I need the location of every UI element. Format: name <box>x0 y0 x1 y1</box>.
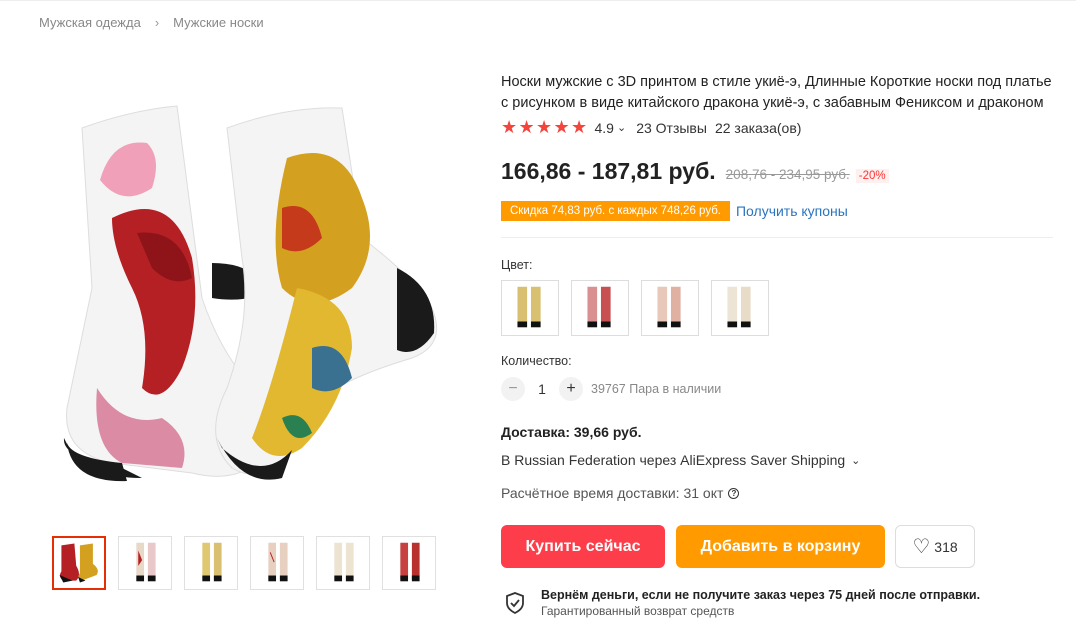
product-title: Носки мужские с 3D принтом в стиле укиё-… <box>501 74 1052 111</box>
thumbnail-strip <box>52 536 448 590</box>
section-divider <box>501 237 1053 238</box>
chevron-down-icon[interactable]: ⌄ <box>617 121 626 134</box>
breadcrumb: Мужская одежда › Мужские носки <box>39 15 264 30</box>
current-price: 166,86 - 187,81 руб. <box>501 158 716 184</box>
color-variant-3[interactable] <box>641 280 699 336</box>
quantity-input[interactable]: 1 <box>525 381 559 397</box>
star-icon: ★ <box>553 117 570 137</box>
shield-check-icon <box>506 592 524 614</box>
quantity-stepper: − 1 + 39767 Пара в наличии <box>501 377 721 401</box>
thumbnail-1[interactable] <box>52 536 106 590</box>
wishlist-count: 318 <box>934 538 958 555</box>
star-icon: ★ <box>501 117 518 137</box>
star-icon: ★ <box>518 117 535 137</box>
discount-badge: -20% <box>855 169 889 183</box>
rating-row: ★ ★ ★ ★ ★ 4.9 ⌄ 23 Отзывы 22 заказа(ов) <box>501 117 802 137</box>
delivery-cost: Доставка: 39,66 руб. <box>501 424 642 440</box>
delivery-eta-label: Расчётное время доставки: 31 окт <box>501 485 724 501</box>
guarantee-subtitle: Гарантированный возврат средств <box>541 604 735 618</box>
breadcrumb-item-mens-clothing[interactable]: Мужская одежда <box>39 15 141 30</box>
guarantee-title: Вернём деньги, если не получите заказ че… <box>541 588 981 602</box>
chevron-down-icon: ⌄ <box>851 454 861 467</box>
thumbnail-2[interactable] <box>118 536 172 590</box>
heart-icon: ♡ <box>912 536 931 558</box>
delivery-eta: Расчётное время доставки: 31 окт ? <box>501 485 740 501</box>
breadcrumb-item-mens-socks[interactable]: Мужские носки <box>173 15 263 30</box>
quantity-label: Количество: <box>501 354 572 368</box>
plus-button[interactable]: + <box>559 377 583 401</box>
orders-count: 22 заказа(ов) <box>714 119 802 136</box>
add-to-cart-button[interactable]: Добавить в корзину <box>676 525 885 568</box>
coupon-badge: Скидка 74,83 руб. с каждых 748,26 руб. <box>501 201 730 221</box>
shipping-method-label: В Russian Federation через AliExpress Sa… <box>501 452 846 468</box>
get-coupons-link[interactable]: Получить купоны <box>736 203 848 219</box>
price-row: 166,86 - 187,81 руб. 208,76 - 234,95 руб… <box>501 158 889 185</box>
color-variant-2[interactable] <box>571 280 629 336</box>
old-price: 208,76 - 234,95 руб. <box>725 167 850 182</box>
reviews-link[interactable]: 23 Отзывы <box>636 120 707 136</box>
thumbnail-4[interactable] <box>250 536 304 590</box>
color-variant-4[interactable] <box>711 280 769 336</box>
help-icon[interactable]: ? <box>728 487 740 499</box>
thumbnail-6[interactable] <box>382 536 436 590</box>
color-label: Цвет: <box>501 258 533 272</box>
color-variants <box>501 280 781 336</box>
chevron-right-icon: › <box>154 15 160 30</box>
rating-stars: ★ ★ ★ ★ ★ <box>501 117 589 137</box>
color-variant-1[interactable] <box>501 280 559 336</box>
rating-value[interactable]: 4.9 <box>595 120 614 136</box>
thumbnail-5[interactable] <box>316 536 370 590</box>
product-main-image[interactable] <box>52 88 452 508</box>
minus-button[interactable]: − <box>501 377 525 401</box>
buy-now-button[interactable]: Купить сейчас <box>501 525 665 568</box>
coupon-row: Скидка 74,83 руб. с каждых 748,26 руб. П… <box>501 201 848 221</box>
buyer-guarantee: Вернём деньги, если не получите заказ че… <box>505 588 980 619</box>
wishlist-button[interactable]: ♡ 318 <box>895 525 975 568</box>
thumbnail-3[interactable] <box>184 536 238 590</box>
shipping-method[interactable]: В Russian Federation через AliExpress Sa… <box>501 452 860 468</box>
top-divider <box>0 0 1076 1</box>
star-icon: ★ <box>536 117 553 137</box>
star-icon: ★ <box>571 117 588 137</box>
stock-info: 39767 Пара в наличии <box>591 382 722 396</box>
